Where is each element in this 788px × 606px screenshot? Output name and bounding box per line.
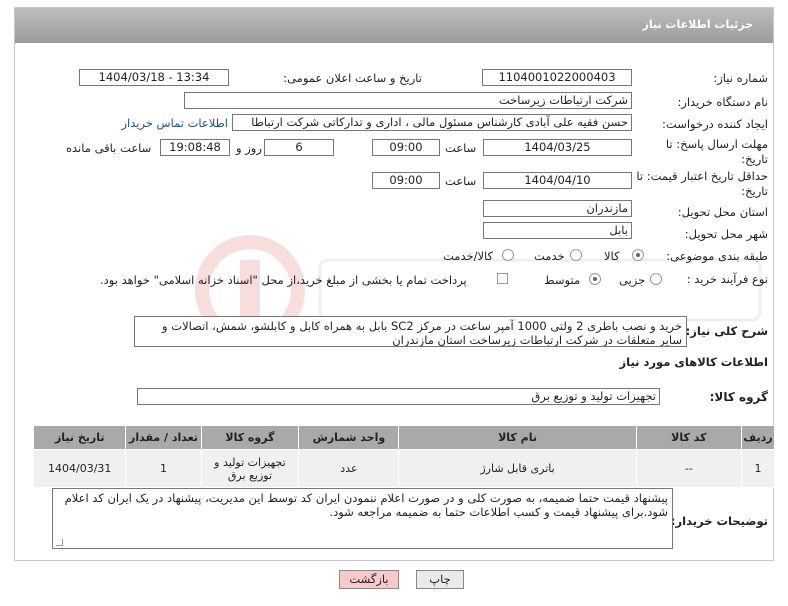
treasury-checkbox[interactable] (497, 273, 508, 284)
print-button[interactable]: چاپ (416, 570, 464, 589)
reply-deadline-label: مهلت ارسال پاسخ: تا تاریخ: (665, 137, 768, 166)
buyer-notes-field: پیشنهاد قیمت حتما ضمیمه، به صورت کلی و د… (52, 488, 673, 549)
goods-info-title: اطلاعات کالاهای مورد نیاز (619, 355, 768, 369)
cell-goods-code: -- (635, 449, 743, 488)
col-need-date: تاریخ نیاز (32, 425, 127, 450)
city-field: بابل (483, 222, 632, 239)
goods-group-label: گروه کالا: (709, 390, 768, 404)
price-validity-time-field: 09:00 (372, 172, 440, 189)
category-both-label: کالا/خدمت (443, 249, 494, 263)
table-header-row: تاریخ نیاز تعداد / مقدار گروه کالا واحد … (32, 425, 775, 450)
panel-header: جزئیات اطلاعات نیاز (15, 8, 773, 43)
category-goods-label: کالا (604, 249, 620, 263)
province-field: مازندران (483, 200, 632, 217)
category-goods-radio[interactable] (632, 249, 644, 261)
col-goods-code: کد کالا (635, 425, 743, 450)
col-goods-group: گروه کالا (200, 425, 300, 450)
requester-field: حسن فقیه علی آبادی کارشناس مسئول مالی ، … (232, 114, 632, 131)
remaining-time-label: ساعت باقی مانده (66, 141, 152, 155)
category-service-radio[interactable] (570, 249, 582, 261)
buyer-contact-link[interactable]: اطلاعات تماس خریدار (121, 116, 228, 130)
goods-group-field: تجهیزات تولید و توزیع برق (137, 388, 660, 405)
price-validity-label: حداقل تاریخ اعتبار قیمت: تا تاریخ: (636, 169, 768, 198)
process-medium-radio[interactable] (589, 273, 601, 285)
resize-handle-icon[interactable] (56, 539, 63, 546)
requester-label: ایجاد کننده درخواست: (662, 117, 768, 131)
buyer-org-field: شرکت ارتباطات زیرساخت (184, 92, 632, 109)
buyer-notes-label: توضیحات خریدار: (670, 514, 768, 528)
process-label: نوع فرآیند خرید : (686, 272, 768, 286)
back-button[interactable]: بازگشت (339, 570, 399, 589)
category-label: طبقه بندی موضوعی: (666, 249, 768, 263)
reply-time-field: 09:00 (372, 139, 440, 156)
cell-quantity: 1 (125, 449, 202, 488)
cell-unit: عدد (298, 449, 400, 488)
process-medium-label: متوسط (544, 273, 581, 287)
category-both-radio[interactable] (502, 249, 514, 261)
reply-date-field: 1404/03/25 (483, 139, 632, 156)
process-partial-label: جزیی (619, 273, 646, 287)
announce-field: 1404/03/18 - 13:34 (79, 69, 229, 86)
table-row: 1404/03/31 1 تجهیزات تولید و توزیع برق ع… (32, 449, 775, 488)
province-label: استان محل تحویل: (677, 205, 768, 219)
need-number-label: شماره نیاز: (713, 71, 768, 85)
cell-row: 1 (741, 449, 775, 488)
cell-goods-name: باتری قابل شارژ (398, 449, 637, 488)
col-unit: واحد شمارش (298, 425, 400, 450)
process-partial-radio[interactable] (650, 273, 662, 285)
price-validity-date-field: 1404/04/10 (483, 172, 632, 189)
category-service-label: خدمت (534, 249, 565, 263)
col-quantity: تعداد / مقدار (125, 425, 202, 450)
page-title: جزئیات اطلاعات نیاز (642, 18, 754, 31)
remaining-days-field: 6 (264, 139, 334, 156)
treasury-note: پرداخت تمام یا بخشی از مبلغ خرید،از محل … (100, 273, 467, 287)
announce-label: تاریخ و ساعت اعلان عمومی: (283, 71, 422, 85)
description-label: شرح کلی نیاز: (685, 324, 768, 338)
price-validity-time-label: ساعت (445, 174, 477, 188)
need-number-field: 1104001022000403 (482, 69, 632, 86)
cell-need-date: 1404/03/31 (32, 449, 127, 488)
cell-goods-group: تجهیزات تولید و توزیع برق (200, 449, 300, 488)
days-label: روز و (236, 141, 262, 155)
col-row: ردیف (741, 425, 775, 450)
remaining-time-field: 19:08:48 (160, 139, 230, 156)
col-goods-name: نام کالا (398, 425, 637, 450)
reply-time-label: ساعت (445, 141, 477, 155)
description-field: خرید و نصب باطری 2 ولتی 1000 آمپر ساعت د… (134, 316, 687, 347)
items-table: تاریخ نیاز تعداد / مقدار گروه کالا واحد … (32, 425, 775, 488)
city-label: شهر محل تحویل: (684, 227, 768, 241)
buyer-org-label: نام دستگاه خریدار: (677, 95, 768, 109)
